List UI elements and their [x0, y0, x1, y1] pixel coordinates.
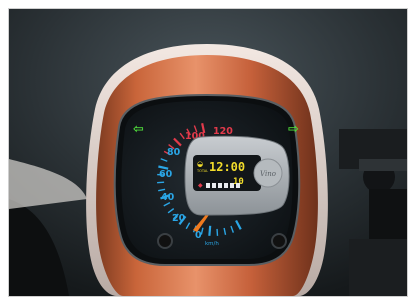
clock-readout: 12:00: [209, 160, 245, 174]
odometer-label: TOTAL: [196, 169, 208, 173]
photo-frame: ⇦ ⇨ 0 20 40 60 80 100 120 km/h Vino ◒ TO…: [8, 8, 408, 297]
right-mount-screw: [271, 233, 287, 249]
right-turn-signal-icon: ⇨: [288, 122, 299, 137]
fuel-bar: [230, 183, 234, 188]
lcd-panel: Vino: [184, 135, 290, 216]
tick-label-120: 120: [213, 126, 233, 137]
left-mount-screw: [157, 233, 173, 249]
fuel-bar: [212, 183, 216, 188]
tick-label-60: 60: [159, 169, 173, 180]
scooter-dashboard-photo: ⇦ ⇨ 0 20 40 60 80 100 120 km/h Vino ◒ TO…: [9, 9, 407, 296]
fuel-bar: [224, 183, 228, 188]
fuel-bar: [236, 183, 240, 188]
tick-label-0: 0: [195, 230, 202, 241]
fuel-bar: [206, 183, 210, 188]
speed-unit-label: km/h: [205, 241, 219, 247]
left-turn-signal-icon: ⇦: [133, 122, 144, 137]
brand-emblem-icon: Vino: [260, 170, 276, 178]
tick-label-80: 80: [167, 147, 181, 158]
scale-tick: [208, 225, 212, 236]
tick-label-20: 20: [172, 213, 186, 224]
clock-icon: ◒: [197, 160, 203, 168]
fuel-icon: ◆: [198, 182, 203, 189]
fuel-bar: [218, 183, 222, 188]
tick-label-40: 40: [161, 192, 175, 203]
